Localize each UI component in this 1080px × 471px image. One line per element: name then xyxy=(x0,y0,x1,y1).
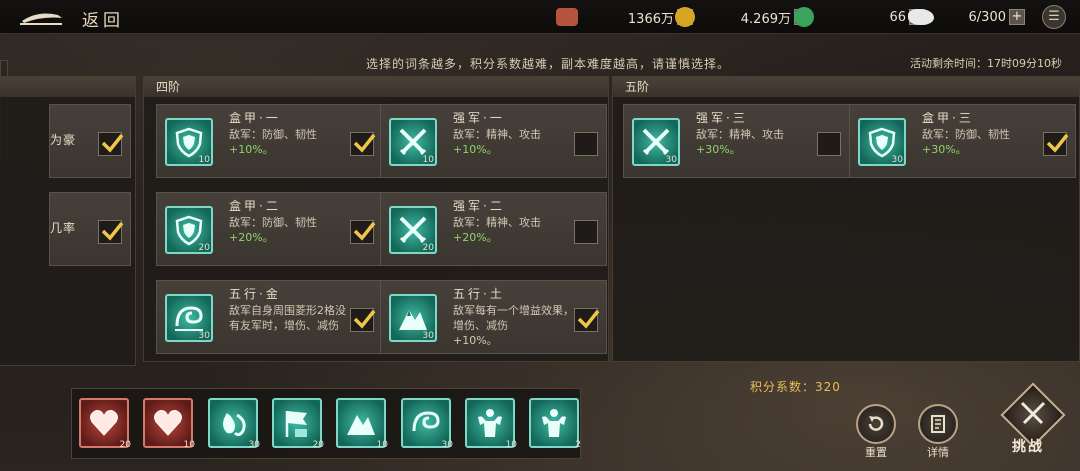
copper-ingot-icon xyxy=(556,8,578,26)
tier5-panel: 五阶 30 强军·三 敌军：精神、攻击 +30%。 30 盒甲·三 敌军：防御、韧… xyxy=(612,76,1080,362)
mountain-icon xyxy=(347,415,375,435)
modifier-card[interactable]: 30 盒甲·三 敌军：防御、韧性 +30%。 xyxy=(849,104,1076,178)
card-desc: 敌军：精神、攻击 +20%。 xyxy=(453,216,541,244)
wave-icon: 30 xyxy=(165,294,213,342)
modifier-card[interactable]: 几率 xyxy=(49,192,131,266)
reset-button[interactable]: 重置 xyxy=(856,404,896,460)
reset-label: 重置 xyxy=(865,446,887,459)
top-bar: 返回 1366万 + 4.269万 + 66 + 6/300 + ☰ xyxy=(0,0,1080,34)
challenge-button[interactable]: 挑战 xyxy=(1000,382,1066,455)
card-desc: 敌军：防御、韧性 +30%。 xyxy=(922,128,1010,156)
resource-value: 1366万 xyxy=(627,11,674,27)
card-checkbox[interactable] xyxy=(350,308,376,332)
muscle-icon xyxy=(478,409,502,437)
card-name: 为豪 xyxy=(50,133,77,147)
modifier-card[interactable]: 10 强军·一 敌军：精神、攻击 +10%。 xyxy=(380,104,607,178)
card-name: 盒甲·三 xyxy=(922,111,974,125)
back-label[interactable]: 返回 xyxy=(82,6,124,31)
card-checkbox[interactable] xyxy=(350,132,376,156)
resource-value: 6/300 xyxy=(968,9,1006,25)
menu-button[interactable]: ☰ xyxy=(1042,5,1066,29)
add-silver-button[interactable]: + xyxy=(1009,9,1025,25)
heart-icon xyxy=(154,410,182,436)
tier4-title: 四阶 xyxy=(144,77,608,97)
card-desc: 敌军：防御、韧性 +20%。 xyxy=(229,216,317,244)
card-desc: 敌军：精神、攻击 +30%。 xyxy=(696,128,784,156)
selected-slot[interactable]: 20 xyxy=(79,398,131,450)
shield-icon: 30 xyxy=(858,118,906,166)
modifier-card[interactable]: 20 强军·二 敌军：精神、攻击 +20%。 xyxy=(380,192,607,266)
card-name: 几率 xyxy=(50,221,77,235)
card-checkbox[interactable] xyxy=(98,220,124,244)
tier4-panel: 四阶 10 盒甲·一 敌军：防御、韧性 +10%。 10 强军·一 敌军：精神、攻… xyxy=(143,76,609,362)
resource-value: 66 xyxy=(889,9,906,25)
selected-slot[interactable]: 20 xyxy=(272,398,324,450)
muscle-icon xyxy=(542,409,566,437)
card-desc: 敌军：防御、韧性 +10%。 xyxy=(229,128,317,156)
selected-slot[interactable]: 10 xyxy=(465,398,517,450)
card-desc: 敌军：精神、攻击 +10%。 xyxy=(453,128,541,156)
card-desc: 敌军每有一个增益效果，增伤、减伤 +10%。 xyxy=(453,304,574,347)
selected-slot[interactable]: 10 xyxy=(336,398,388,450)
details-button[interactable]: 详情 xyxy=(918,404,958,460)
details-label: 详情 xyxy=(927,446,949,459)
scroll-icon xyxy=(918,404,958,444)
panel-header xyxy=(0,77,135,97)
crossed-swords-icon: 30 xyxy=(632,118,680,166)
modifier-card[interactable]: 为豪 xyxy=(49,104,131,178)
modifier-card[interactable]: 20 盒甲·二 敌军：防御、韧性 +20%。 xyxy=(156,192,383,266)
resource-silver: 6/300 + xyxy=(908,6,1025,28)
back-arrow-icon[interactable] xyxy=(18,6,66,28)
crossed-swords-icon: 20 xyxy=(389,206,437,254)
selected-slot[interactable]: 10 xyxy=(143,398,195,450)
card-checkbox[interactable] xyxy=(98,132,124,156)
card-desc: 敌军自身周围菱形2格没有友军时，增伤、减伤 xyxy=(229,304,346,332)
silver-icon xyxy=(908,9,934,25)
selected-slot[interactable]: 30 xyxy=(208,398,260,450)
jade-disc-icon xyxy=(794,7,814,27)
crossed-swords-icon: 10 xyxy=(389,118,437,166)
flag-icon xyxy=(285,411,307,437)
card-checkbox[interactable] xyxy=(574,220,598,244)
crossed-swords-icon xyxy=(1020,401,1046,425)
score-coefficient: 积分系数：320 xyxy=(750,380,841,394)
modifier-card[interactable]: 30 强军·三 敌军：精神、攻击 +30%。 xyxy=(623,104,850,178)
shield-icon: 20 xyxy=(165,206,213,254)
card-name: 强军·二 xyxy=(453,199,505,213)
modifier-card[interactable]: 10 盒甲·一 敌军：防御、韧性 +10%。 xyxy=(156,104,383,178)
card-name: 强军·一 xyxy=(453,111,505,125)
card-name: 盒甲·二 xyxy=(229,199,281,213)
card-checkbox[interactable] xyxy=(574,308,600,332)
resource-jade: 66 + xyxy=(794,6,925,28)
heart-icon xyxy=(90,410,118,436)
card-name: 强军·三 xyxy=(696,111,748,125)
card-name: 盒甲·一 xyxy=(229,111,281,125)
modifier-card[interactable]: 30 五行·金 敌军自身周围菱形2格没有友军时，增伤、减伤 xyxy=(156,280,383,354)
resource-value: 4.269万 xyxy=(740,11,791,27)
notice-text: 选择的词条越多，积分系数越难，副本难度越高，请谨慎选择。 xyxy=(366,57,731,71)
selected-slot[interactable]: 2 xyxy=(529,398,581,450)
water-drop-icon xyxy=(223,413,246,437)
card-name: 五行·土 xyxy=(453,287,505,301)
modifier-card[interactable]: 30 五行·土 敌军每有一个增益效果，增伤、减伤 +10%。 xyxy=(380,280,607,354)
event-timer: 活动剩余时间：17时09分10秒 xyxy=(910,57,1062,70)
shield-icon: 10 xyxy=(165,118,213,166)
tier3-panel: 为豪 几率 xyxy=(0,76,136,366)
mountain-icon: 30 xyxy=(389,294,437,342)
selected-slot[interactable]: 30 xyxy=(401,398,453,450)
wave-icon xyxy=(412,411,440,432)
card-name: 五行·金 xyxy=(229,287,281,301)
card-checkbox[interactable] xyxy=(817,132,841,156)
card-checkbox[interactable] xyxy=(1043,132,1069,156)
card-checkbox[interactable] xyxy=(350,220,376,244)
resource-copper: 1366万 + xyxy=(556,6,693,28)
resource-gold: 4.269万 + xyxy=(675,6,810,28)
selected-modifiers-tray: 20 10 30 20 10 30 10 2 xyxy=(71,388,581,459)
reset-icon xyxy=(856,404,896,444)
card-checkbox[interactable] xyxy=(574,132,598,156)
gold-coin-icon xyxy=(675,7,695,27)
tier5-title: 五阶 xyxy=(613,77,1079,97)
challenge-label: 挑战 xyxy=(1012,439,1044,455)
